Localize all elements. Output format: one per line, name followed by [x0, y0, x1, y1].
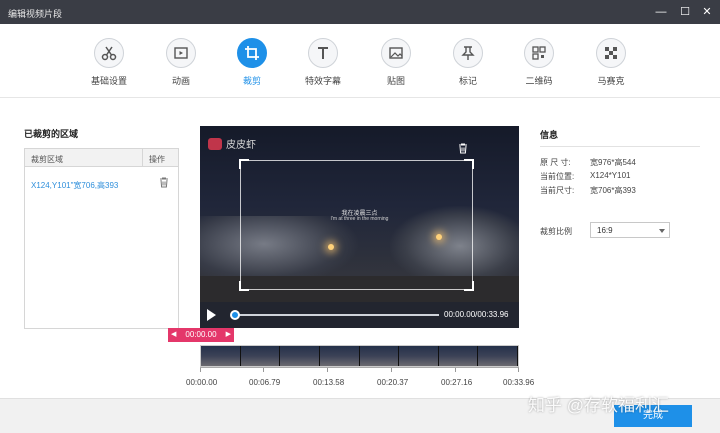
close-button[interactable]: ✕ [698, 3, 716, 21]
crop-handle-top-right[interactable] [464, 159, 474, 169]
ruler-tick [327, 368, 328, 372]
trash-icon[interactable] [159, 177, 169, 190]
crop-icon [237, 38, 267, 68]
seek-track[interactable] [234, 314, 439, 316]
scissors-icon [94, 38, 124, 68]
ratio-select[interactable]: 16:9 [590, 222, 670, 238]
thumbnail-frame [399, 346, 439, 366]
divider [540, 146, 700, 147]
play-icon[interactable] [207, 309, 216, 321]
tab-mark[interactable]: 标记 [438, 38, 498, 87]
original-size-value: 宽976*高544 [590, 158, 636, 167]
tab-label: 动画 [171, 76, 190, 86]
column-divider [142, 149, 143, 167]
chevron-down-icon[interactable] [659, 229, 665, 233]
ruler-label: 00:06.79 [249, 378, 281, 387]
original-size-label: 原 尺 寸: [540, 158, 571, 167]
ruler-label: 00:33.96 [503, 378, 535, 387]
thumbnail-frame [359, 346, 400, 366]
regions-table: 裁剪区域 操作 X124,Y101"宽706,高393 [24, 148, 179, 329]
tool-tabs: 基础设置 动画 裁剪 特效字幕 贴图 标记 二维码 马赛克 [0, 24, 720, 98]
info-title: 信息 [540, 130, 559, 140]
thumbnail-frame [280, 346, 320, 366]
ruler-tick [391, 368, 392, 372]
crop-handle-bottom-left[interactable] [239, 281, 249, 291]
position-label: 当前位置: [540, 172, 575, 181]
ratio-value: 16:9 [597, 226, 613, 235]
minimize-button[interactable]: — [652, 3, 670, 21]
column-header-action: 操作 [149, 155, 165, 164]
ratio-label: 裁剪比例 [540, 227, 572, 236]
ruler-tick [200, 368, 201, 372]
ruler-tick [518, 368, 519, 372]
title-bar: 编辑视频片段 — ☐ ✕ [0, 0, 720, 24]
marker-time: 00:00.00 [185, 330, 217, 339]
video-frame: 皮皮虾 我在凌晨三点 I'm at three in the morning [200, 126, 519, 302]
seek-handle[interactable] [230, 310, 240, 320]
tab-sticker[interactable]: 贴图 [366, 38, 426, 87]
ruler-label: 00:27.16 [441, 378, 473, 387]
text-icon [308, 38, 338, 68]
tab-qrcode[interactable]: 二维码 [509, 38, 569, 87]
tab-label: 特效字幕 [304, 76, 341, 86]
timeline-ruler [200, 367, 519, 375]
ruler-label: 00:00.00 [186, 378, 218, 387]
video-preview[interactable]: 皮皮虾 我在凌晨三点 I'm at three in the morning 0… [200, 126, 519, 328]
qrcode-icon [524, 38, 554, 68]
table-header: 裁剪区域 操作 [25, 149, 178, 167]
overlay-watermark: 知乎 @存软福利汇 [528, 396, 669, 415]
thumbnail-frame [240, 346, 281, 366]
column-header-region: 裁剪区域 [31, 155, 63, 164]
maximize-button[interactable]: ☐ [676, 3, 694, 21]
thumbnail-frame [478, 346, 518, 366]
image-icon [381, 38, 411, 68]
tab-crop[interactable]: 裁剪 [222, 38, 282, 87]
tab-label: 马赛克 [597, 76, 625, 86]
timeline-marker[interactable]: ◀ 00:00.00 ▶ [168, 328, 234, 342]
animation-icon [166, 38, 196, 68]
window-title: 编辑视频片段 [8, 9, 63, 19]
ruler-tick [455, 368, 456, 372]
chevron-left-icon[interactable]: ◀ [171, 328, 176, 342]
table-row[interactable]: X124,Y101"宽706,高393 [31, 177, 179, 193]
watermark-text: 皮皮虾 [226, 140, 256, 151]
tab-label: 二维码 [525, 76, 553, 86]
thumbnail-frame [438, 346, 479, 366]
watermark-logo-icon [208, 137, 222, 150]
crop-handle-top-left[interactable] [239, 159, 249, 169]
thumbnail-frame [319, 346, 360, 366]
tab-label: 裁剪 [242, 76, 261, 86]
video-watermark: 皮皮虾 [208, 136, 256, 151]
size-label: 当前尺寸: [540, 186, 575, 195]
ruler-tick [263, 368, 264, 372]
tab-mosaic[interactable]: 马赛克 [581, 38, 641, 87]
thumbnail-strip[interactable] [200, 345, 519, 367]
trash-icon[interactable] [458, 143, 468, 156]
time-display: 00:00.00/00:33.96 [444, 310, 509, 319]
pin-icon [453, 38, 483, 68]
ruler-label: 00:13.58 [313, 378, 345, 387]
crop-handle-bottom-right[interactable] [464, 281, 474, 291]
size-value: 宽706*高393 [590, 186, 636, 195]
regions-title: 已裁剪的区域 [24, 129, 79, 139]
tab-animation[interactable]: 动画 [151, 38, 211, 87]
tab-effect-subtitles[interactable]: 特效字幕 [293, 38, 353, 87]
thumbnail-frame [201, 346, 241, 366]
tab-label: 贴图 [386, 76, 405, 86]
chevron-right-icon[interactable]: ▶ [226, 328, 231, 342]
tab-label: 基础设置 [90, 76, 127, 86]
region-text[interactable]: X124,Y101"宽706,高393 [31, 180, 118, 191]
ruler-label: 00:20.37 [377, 378, 409, 387]
mosaic-icon [596, 38, 626, 68]
tab-label: 标记 [458, 76, 477, 86]
tab-basic-settings[interactable]: 基础设置 [79, 38, 139, 87]
player-controls: 00:00.00/00:33.96 [200, 302, 519, 328]
position-value: X124*Y101 [590, 171, 631, 180]
crop-box[interactable] [239, 159, 474, 291]
